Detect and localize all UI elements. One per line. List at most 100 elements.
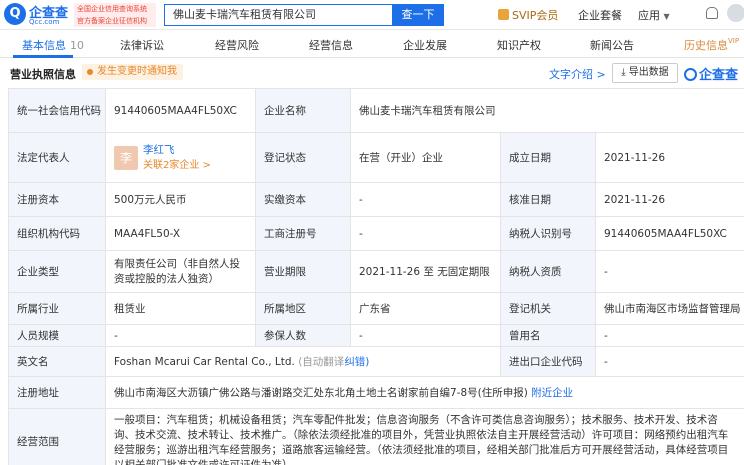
vip-badge: VIP [728,37,740,45]
scope-label: 经营范围 [8,408,106,465]
table-row: 经营范围 一般项目：汽车租赁；机械设备租赁；汽车零配件批发；信息咨询服务（不含许… [8,408,744,465]
crown-icon [498,9,509,20]
logo-subtext: Qcc.com [29,18,60,26]
tab-ip[interactable]: 知识产权 [497,37,541,53]
en-name-label: 英文名 [8,346,106,377]
export-button[interactable]: ⤓ 导出数据 [612,63,678,83]
related-companies-link[interactable]: 关联2家企业 > [143,158,211,173]
qcc-brand-icon [684,68,697,81]
status-value: 在营（开业）企业 [350,132,501,183]
taxpayer-qual-label: 纳税人资质 [500,250,596,293]
auto-translate-hint: (自动翻译 [298,356,345,368]
tab-operation[interactable]: 经营信息 [309,37,353,53]
avatar[interactable] [727,4,744,22]
import-export-label: 进出口企业代码 [500,346,596,377]
company-type-value: 有限责任公司（非自然人投资或控股的法人独资） [105,250,256,293]
approved-value: 2021-11-26 [594,182,744,217]
tab-basic-info[interactable]: 基本信息 10 [22,37,84,53]
table-row: 英文名 Foshan Mcarui Car Rental Co., Ltd. (… [8,346,744,377]
taxpayer-id-value: 91440605MAA4FL50XC [594,216,744,251]
credit-code-value: 91440605MAA4FL50XC [105,88,256,133]
legal-rep-cell: 李李红飞 关联2家企业 > [105,132,256,183]
reg-capital-value: 500万元人民币 [105,182,256,217]
business-license-table: 统一社会信用代码 91440605MAA4FL50XC 企业名称 佛山麦卡瑞汽车… [8,88,744,465]
top-bar: Q 企查查 Qcc.com 全国企业信用查询系统 官方备案企业征信机构 佛山麦卡… [0,0,744,30]
company-name-label: 企业名称 [255,88,351,133]
industry-value: 租赁业 [105,292,256,325]
package-link[interactable]: 企业套餐 [578,7,622,23]
table-row: 所属行业 租赁业 所属地区 广东省 登记机关 佛山市南海区市场监督管理局 [8,292,744,325]
legal-rep-label: 法定代表人 [8,132,106,183]
tab-label: 历史信息 [684,39,728,52]
staff-size-label: 人员规模 [8,324,106,347]
scope-value: 一般项目：汽车租赁；机械设备租赁；汽车零配件批发；信息咨询服务（不含许可类信息咨… [104,408,744,465]
biz-reg-no-label: 工商注册号 [255,216,351,251]
chevron-down-icon: ▼ [663,12,670,21]
qcc-logo[interactable]: Q 企查查 Qcc.com [4,2,72,28]
correct-link[interactable]: 纠错) [344,356,369,368]
logo-tagline-2: 官方备案企业征信机构 [77,17,147,25]
section-title: 营业执照信息 [10,68,76,81]
company-type-label: 企业类型 [8,250,106,293]
former-name-value: - [594,324,744,347]
apps-menu[interactable]: 应用 ▼ [638,7,670,23]
credit-code-label: 统一社会信用代码 [8,88,106,133]
tab-bar: 基本信息 10 法律诉讼 经营风险 经营信息 企业发展 知识产权 新闻公告 历史信… [0,30,744,58]
search-button[interactable]: 查一下 [392,4,444,26]
en-name-cell: Foshan Mcarui Car Rental Co., Ltd. (自动翻译… [105,346,501,377]
qcc-logo-icon: Q [4,3,26,25]
address-label: 注册地址 [8,376,106,409]
table-row: 注册资本 500万元人民币 实缴资本 - 核准日期 2021-11-26 [8,182,744,217]
section-header: 营业执照信息 发生变更时通知我 文字介绍 > ⤓ 导出数据 企查查 [0,59,744,87]
search-input[interactable]: 佛山麦卡瑞汽车租赁有限公司 [164,4,392,26]
tab-legal[interactable]: 法律诉讼 [120,37,164,53]
table-row: 企业类型 有限责任公司（非自然人投资或控股的法人独资） 营业期限 2021-11… [8,250,744,293]
svip-link[interactable]: SVIP会员 [498,7,558,23]
legal-rep-name[interactable]: 李红飞 [143,143,211,158]
industry-label: 所属行业 [8,292,106,325]
reg-authority-value: 佛山市南海区市场监督管理局 [594,292,744,325]
table-row: 统一社会信用代码 91440605MAA4FL50XC 企业名称 佛山麦卡瑞汽车… [8,88,744,133]
apps-label: 应用 [638,9,660,22]
company-name-value: 佛山麦卡瑞汽车租赁有限公司 [349,88,744,133]
approved-label: 核准日期 [500,182,596,217]
insured-label: 参保人数 [255,324,351,347]
nearby-companies-link[interactable]: 附近企业 [531,387,573,399]
notify-change-button[interactable]: 发生变更时通知我 [82,64,183,80]
biz-term-label: 营业期限 [255,250,351,293]
taxpayer-qual-value: - [594,250,744,293]
insured-value: - [350,324,501,347]
biz-reg-no-value: - [350,216,501,251]
tab-risk[interactable]: 经营风险 [215,37,259,53]
reg-capital-label: 注册资本 [8,182,106,217]
table-row: 组织机构代码 MAA4FL50-X 工商注册号 - 纳税人识别号 9144060… [8,216,744,251]
org-code-value: MAA4FL50-X [105,216,256,251]
brand-watermark: 企查查 [684,64,738,83]
brand-text: 企查查 [699,68,739,83]
tab-count: 10 [70,39,84,52]
tab-news[interactable]: 新闻公告 [590,37,634,53]
tab-development[interactable]: 企业发展 [403,37,447,53]
active-tab-indicator [13,55,73,58]
svip-label: SVIP会员 [512,9,559,22]
staff-size-value: - [105,324,256,347]
region-label: 所属地区 [255,292,351,325]
reg-authority-label: 登记机关 [500,292,596,325]
table-row: 注册地址 佛山市南海区大沥镇广佛公路与潘谢路交汇处东北角土地土名谢家前自编7-8… [8,376,744,409]
paid-capital-label: 实缴资本 [255,182,351,217]
bell-icon[interactable] [706,7,718,19]
address-cell: 佛山市南海区大沥镇广佛公路与潘谢路交汇处东北角土地土名谢家前自编7-8号(住所申… [104,376,744,409]
table-row: 人员规模 - 参保人数 - 曾用名 - [8,324,744,347]
founded-value: 2021-11-26 [594,132,744,183]
logo-tagline-1: 全国企业信用查询系统 [77,5,147,13]
legal-rep-avatar: 李 [114,145,138,170]
taxpayer-id-label: 纳税人识别号 [500,216,596,251]
logo-tagline: 全国企业信用查询系统 官方备案企业征信机构 [74,3,156,27]
tab-history[interactable]: 历史信息VIP [684,37,739,53]
legal-rep-info: 李红飞 关联2家企业 > [143,143,211,173]
org-code-label: 组织机构代码 [8,216,106,251]
region-value: 广东省 [350,292,501,325]
import-export-value: - [594,346,744,377]
table-row: 法定代表人 李李红飞 关联2家企业 > 登记状态 在营（开业）企业 成立日期 20… [8,132,744,183]
text-intro-link[interactable]: 文字介绍 > [549,66,606,82]
